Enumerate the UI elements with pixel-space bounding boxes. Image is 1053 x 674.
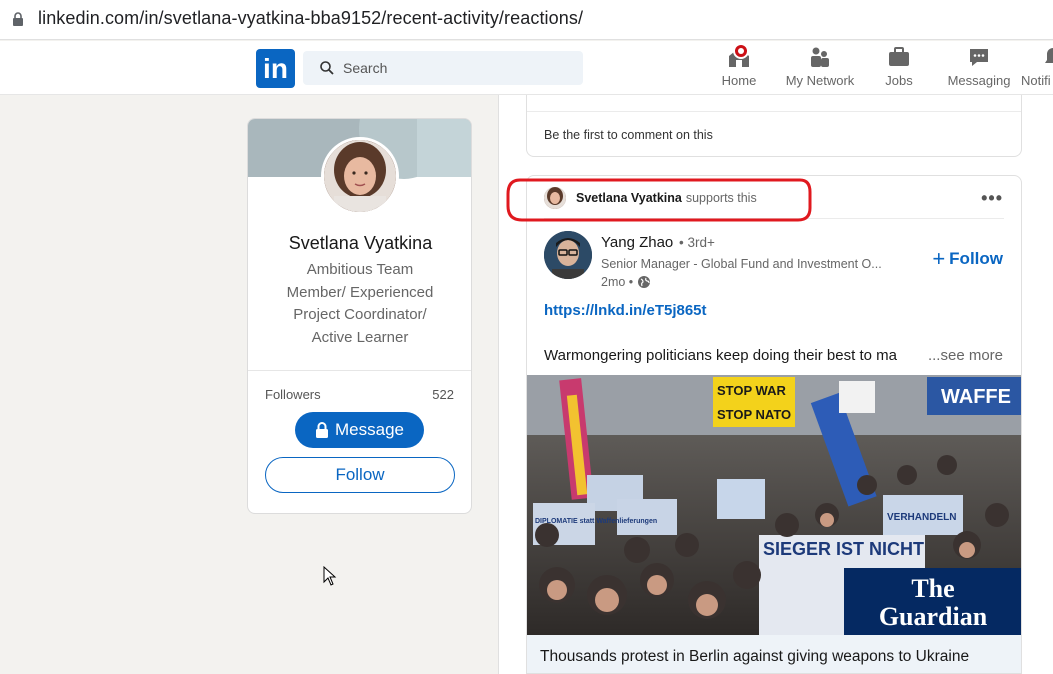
- search-icon: [320, 61, 334, 75]
- author-avatar[interactable]: [544, 231, 592, 279]
- see-more-link[interactable]: ...see more: [923, 347, 1003, 364]
- briefcase-icon: [889, 47, 909, 66]
- lock-icon: [13, 12, 23, 26]
- follow-button[interactable]: Follow: [265, 457, 455, 493]
- notification-badge: [733, 43, 749, 59]
- search-box[interactable]: [303, 51, 583, 85]
- post-image[interactable]: STOP WAR STOP NATO WAFFE VERHANDELN DIPL…: [527, 375, 1021, 635]
- profile-name[interactable]: Svetlana Vyatkina: [248, 233, 471, 254]
- guardian-line-2: Guardian: [879, 602, 988, 631]
- nav-jobs[interactable]: Jobs: [881, 45, 917, 93]
- sign-waffe: WAFFE: [941, 386, 1011, 408]
- profile-avatar[interactable]: [321, 137, 399, 215]
- sign-sieger: SIEGER IST NICHT: [763, 539, 924, 559]
- nav-home[interactable]: Home: [719, 43, 759, 93]
- mouse-cursor-icon: [323, 566, 337, 586]
- profile-headline: Ambitious Team Member/ Experienced Proje…: [286, 261, 434, 346]
- author-name[interactable]: Yang Zhao: [601, 234, 673, 251]
- followers-count: 522: [432, 387, 454, 402]
- article-caption[interactable]: Thousands protest in Berlin against givi…: [527, 635, 1021, 673]
- post-card: Svetlana Vyatkina supports this ••• Yang…: [526, 175, 1022, 674]
- followers-label: Followers: [265, 387, 321, 402]
- post-follow-button[interactable]: + Follow: [932, 246, 1003, 271]
- sign-diplomatie: DIPLOMATIE statt Waffenlieferungen: [535, 518, 657, 525]
- comment-prompt: Be the first to comment on this: [544, 128, 713, 142]
- sign-stop-nato: STOP NATO: [717, 407, 791, 422]
- people-icon: [811, 47, 829, 67]
- post-text: Warmongering politicians keep doing thei…: [544, 347, 897, 364]
- bell-icon: [1045, 48, 1053, 63]
- nav-jobs-label: Jobs: [885, 73, 913, 88]
- guardian-line-1: The: [911, 574, 954, 603]
- browser-address-bar[interactable]: linkedin.com/in/svetlana-vyatkina-bba915…: [0, 0, 1053, 40]
- post-follow-label: Follow: [949, 249, 1003, 268]
- nav-messaging[interactable]: Messaging: [946, 45, 1012, 93]
- protest-photo: STOP WAR STOP NATO WAFFE VERHANDELN DIPL…: [527, 375, 1021, 635]
- nav-home-label: Home: [721, 73, 757, 88]
- post-time: 2mo •: [601, 275, 651, 289]
- chat-icon: [970, 49, 988, 66]
- previous-post-card: Be the first to comment on this: [526, 95, 1022, 157]
- plus-icon: +: [932, 246, 946, 271]
- more-options-icon[interactable]: •••: [981, 188, 1003, 209]
- article-title: Thousands protest in Berlin against givi…: [540, 648, 970, 665]
- post-link[interactable]: https://lnkd.in/eT5j865t: [544, 302, 707, 319]
- linkedin-logo[interactable]: in: [256, 49, 295, 88]
- nav-my-network-label: My Network: [785, 73, 855, 88]
- nav-notifications[interactable]: Notifi: [1021, 45, 1053, 93]
- lock-icon: [316, 422, 328, 438]
- divider: [527, 111, 1021, 112]
- nav-notifications-label: Notifi: [1021, 73, 1051, 88]
- globe-icon: [638, 276, 651, 288]
- author-portrait: [544, 231, 592, 279]
- message-button[interactable]: Message: [295, 412, 424, 448]
- annotation-highlight: [506, 178, 812, 222]
- post-time-text: 2mo •: [601, 275, 634, 289]
- nav-messaging-label: Messaging: [947, 73, 1011, 88]
- divider: [248, 370, 471, 371]
- nav-my-network[interactable]: My Network: [782, 45, 858, 93]
- profile-card: Svetlana Vyatkina Ambitious Team Member/…: [247, 118, 472, 514]
- message-button-label: Message: [335, 420, 404, 439]
- portrait-image: [324, 140, 396, 212]
- sign-stop-war: STOP WAR: [717, 383, 786, 398]
- connection-degree: • 3rd+: [679, 235, 715, 250]
- top-nav: in Home My Network Jobs Messaging: [0, 41, 1053, 95]
- search-input[interactable]: [343, 51, 573, 85]
- author-headline: Senior Manager - Global Fund and Investm…: [601, 257, 882, 271]
- url-text[interactable]: linkedin.com/in/svetlana-vyatkina-bba915…: [38, 8, 583, 29]
- sign-verhandeln: VERHANDELN: [887, 512, 956, 523]
